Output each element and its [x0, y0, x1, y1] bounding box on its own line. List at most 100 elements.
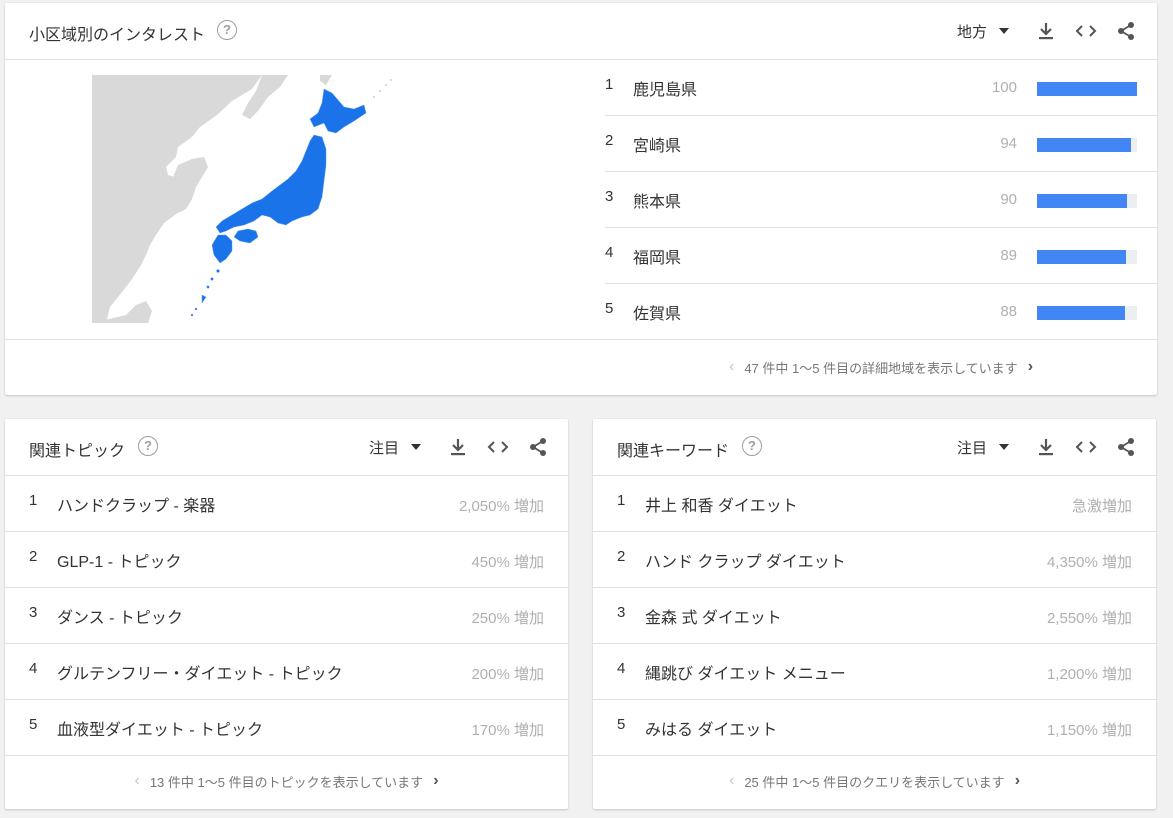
keywords-filter-label: 注目	[957, 439, 988, 457]
keyword-value: 1,200% 増加	[1046, 666, 1132, 683]
topic-row[interactable]: 2 GLP-1 - トピック 450% 増加	[5, 531, 568, 588]
region-value: 89	[1000, 247, 1017, 264]
keyword-name: みはる ダイエット	[645, 722, 778, 739]
keyword-row[interactable]: 2 ハンド クラップ ダイエット 4,350% 増加	[593, 531, 1156, 588]
topics-filter-label: 注目	[369, 439, 400, 457]
download-icon[interactable]	[1034, 435, 1058, 459]
keyword-row[interactable]: 3 金森 式 ダイエット 2,550% 増加	[593, 587, 1156, 644]
keyword-value: 2,550% 増加	[1046, 610, 1132, 627]
topics-pagination-text: 13 件中 1〜5 件目のトピックを表示しています	[149, 774, 424, 790]
region-bar	[1037, 82, 1137, 96]
previous-page-icon[interactable]: ‹	[729, 772, 734, 790]
keywords-card-header: 関連キーワード ? 注目	[593, 419, 1156, 476]
help-icon[interactable]: ?	[138, 436, 158, 456]
topics-card-header: 関連トピック ? 注目	[5, 419, 568, 476]
topics-card-title: 関連トピック	[29, 443, 126, 460]
rank-number: 2	[29, 548, 38, 565]
next-page-icon[interactable]: ›	[1015, 772, 1020, 790]
rank-number: 4	[605, 244, 614, 261]
related-keywords-card: 関連キーワード ? 注目 1 井上 和香 ダイエット 急激増加 2 ハンド クラ…	[593, 419, 1156, 809]
region-pagination-text: 47 件中 1〜5 件目の詳細地域を表示しています	[744, 360, 1018, 376]
topics-filter-dropdown[interactable]: 注目	[369, 419, 422, 475]
region-row[interactable]: 5 佐賀県 88	[605, 283, 1157, 340]
region-card-title: 小区域別のインタレスト	[29, 27, 206, 44]
region-resolution-dropdown[interactable]: 地方	[957, 3, 1010, 59]
rank-number: 5	[617, 716, 626, 733]
next-page-icon[interactable]: ›	[433, 772, 438, 790]
region-bar-fill	[1037, 250, 1126, 264]
region-value: 90	[1000, 191, 1017, 208]
topic-name: ダンス - トピック	[57, 610, 183, 627]
region-name: 佐賀県	[633, 306, 682, 323]
region-bar-fill	[1037, 138, 1131, 152]
topic-value: 450% 増加	[471, 554, 544, 571]
share-icon[interactable]	[526, 435, 550, 459]
japan-region-map[interactable]	[92, 75, 397, 323]
keyword-row[interactable]: 1 井上 和香 ダイエット 急激増加	[593, 475, 1156, 532]
topic-name: 血液型ダイエット - トピック	[57, 722, 264, 739]
chevron-down-icon	[999, 444, 1010, 450]
region-bar	[1037, 138, 1137, 152]
embed-code-icon[interactable]	[486, 435, 510, 459]
help-icon[interactable]: ?	[742, 436, 762, 456]
rank-number: 3	[605, 188, 614, 205]
rank-number: 5	[605, 300, 614, 317]
rank-number: 3	[29, 604, 38, 621]
rank-number: 1	[29, 492, 38, 509]
rank-number: 3	[617, 604, 626, 621]
keyword-name: ハンド クラップ ダイエット	[645, 554, 846, 571]
keyword-name: 金森 式 ダイエット	[645, 610, 782, 627]
next-page-icon[interactable]: ›	[1028, 358, 1033, 376]
region-name: 熊本県	[633, 194, 682, 211]
keyword-value: 1,150% 増加	[1046, 722, 1132, 739]
rank-number: 4	[29, 660, 38, 677]
rank-number: 1	[617, 492, 626, 509]
keyword-value: 4,350% 増加	[1046, 554, 1132, 571]
region-row[interactable]: 4 福岡県 89	[605, 227, 1157, 284]
region-value: 88	[1000, 303, 1017, 320]
rank-number: 4	[617, 660, 626, 677]
region-bar-fill	[1037, 194, 1127, 208]
help-icon[interactable]: ?	[217, 20, 237, 40]
region-row[interactable]: 2 宮崎県 94	[605, 115, 1157, 172]
chevron-down-icon	[999, 28, 1010, 34]
keywords-pagination: ‹ 25 件中 1〜5 件目のクエリを表示しています ›	[593, 753, 1156, 809]
embed-code-icon[interactable]	[1074, 19, 1098, 43]
keyword-name: 井上 和香 ダイエット	[645, 498, 798, 515]
topic-row[interactable]: 5 血液型ダイエット - トピック 170% 増加	[5, 699, 568, 756]
region-bar	[1037, 194, 1137, 208]
region-card-header: 小区域別のインタレスト ? 地方	[5, 3, 1157, 60]
keyword-name: 縄跳び ダイエット メニュー	[645, 666, 846, 683]
topic-name: ハンドクラップ - 楽器	[57, 498, 216, 515]
rank-number: 1	[605, 76, 614, 93]
keywords-card-title: 関連キーワード	[617, 443, 730, 460]
region-row[interactable]: 1 鹿児島県 100	[605, 59, 1157, 116]
region-interest-card: 小区域別のインタレスト ? 地方 1 鹿児島県 100 2 宮崎県 94 3 熊…	[5, 3, 1157, 395]
keyword-row[interactable]: 5 みはる ダイエット 1,150% 増加	[593, 699, 1156, 756]
topic-value: 200% 増加	[471, 666, 544, 683]
region-bar-fill	[1037, 306, 1125, 320]
previous-page-icon[interactable]: ‹	[134, 772, 139, 790]
embed-code-icon[interactable]	[1074, 435, 1098, 459]
region-bar-fill	[1037, 82, 1137, 96]
previous-page-icon[interactable]: ‹	[729, 358, 734, 376]
region-value: 100	[991, 79, 1017, 96]
download-icon[interactable]	[446, 435, 470, 459]
keyword-row[interactable]: 4 縄跳び ダイエット メニュー 1,200% 増加	[593, 643, 1156, 700]
topic-row[interactable]: 1 ハンドクラップ - 楽器 2,050% 増加	[5, 475, 568, 532]
download-icon[interactable]	[1034, 19, 1058, 43]
rank-number: 2	[617, 548, 626, 565]
region-value: 94	[1000, 135, 1017, 152]
topic-row[interactable]: 4 グルテンフリー・ダイエット - トピック 200% 増加	[5, 643, 568, 700]
keywords-filter-dropdown[interactable]: 注目	[957, 419, 1010, 475]
share-icon[interactable]	[1114, 435, 1138, 459]
topic-row[interactable]: 3 ダンス - トピック 250% 増加	[5, 587, 568, 644]
share-icon[interactable]	[1114, 19, 1138, 43]
region-resolution-label: 地方	[957, 23, 988, 41]
topic-name: GLP-1 - トピック	[57, 554, 182, 571]
related-topics-card: 関連トピック ? 注目 1 ハンドクラップ - 楽器 2,050% 増加 2 G…	[5, 419, 568, 809]
region-bar	[1037, 306, 1137, 320]
rank-number: 2	[605, 132, 614, 149]
region-row[interactable]: 3 熊本県 90	[605, 171, 1157, 228]
topic-value: 170% 増加	[471, 722, 544, 739]
